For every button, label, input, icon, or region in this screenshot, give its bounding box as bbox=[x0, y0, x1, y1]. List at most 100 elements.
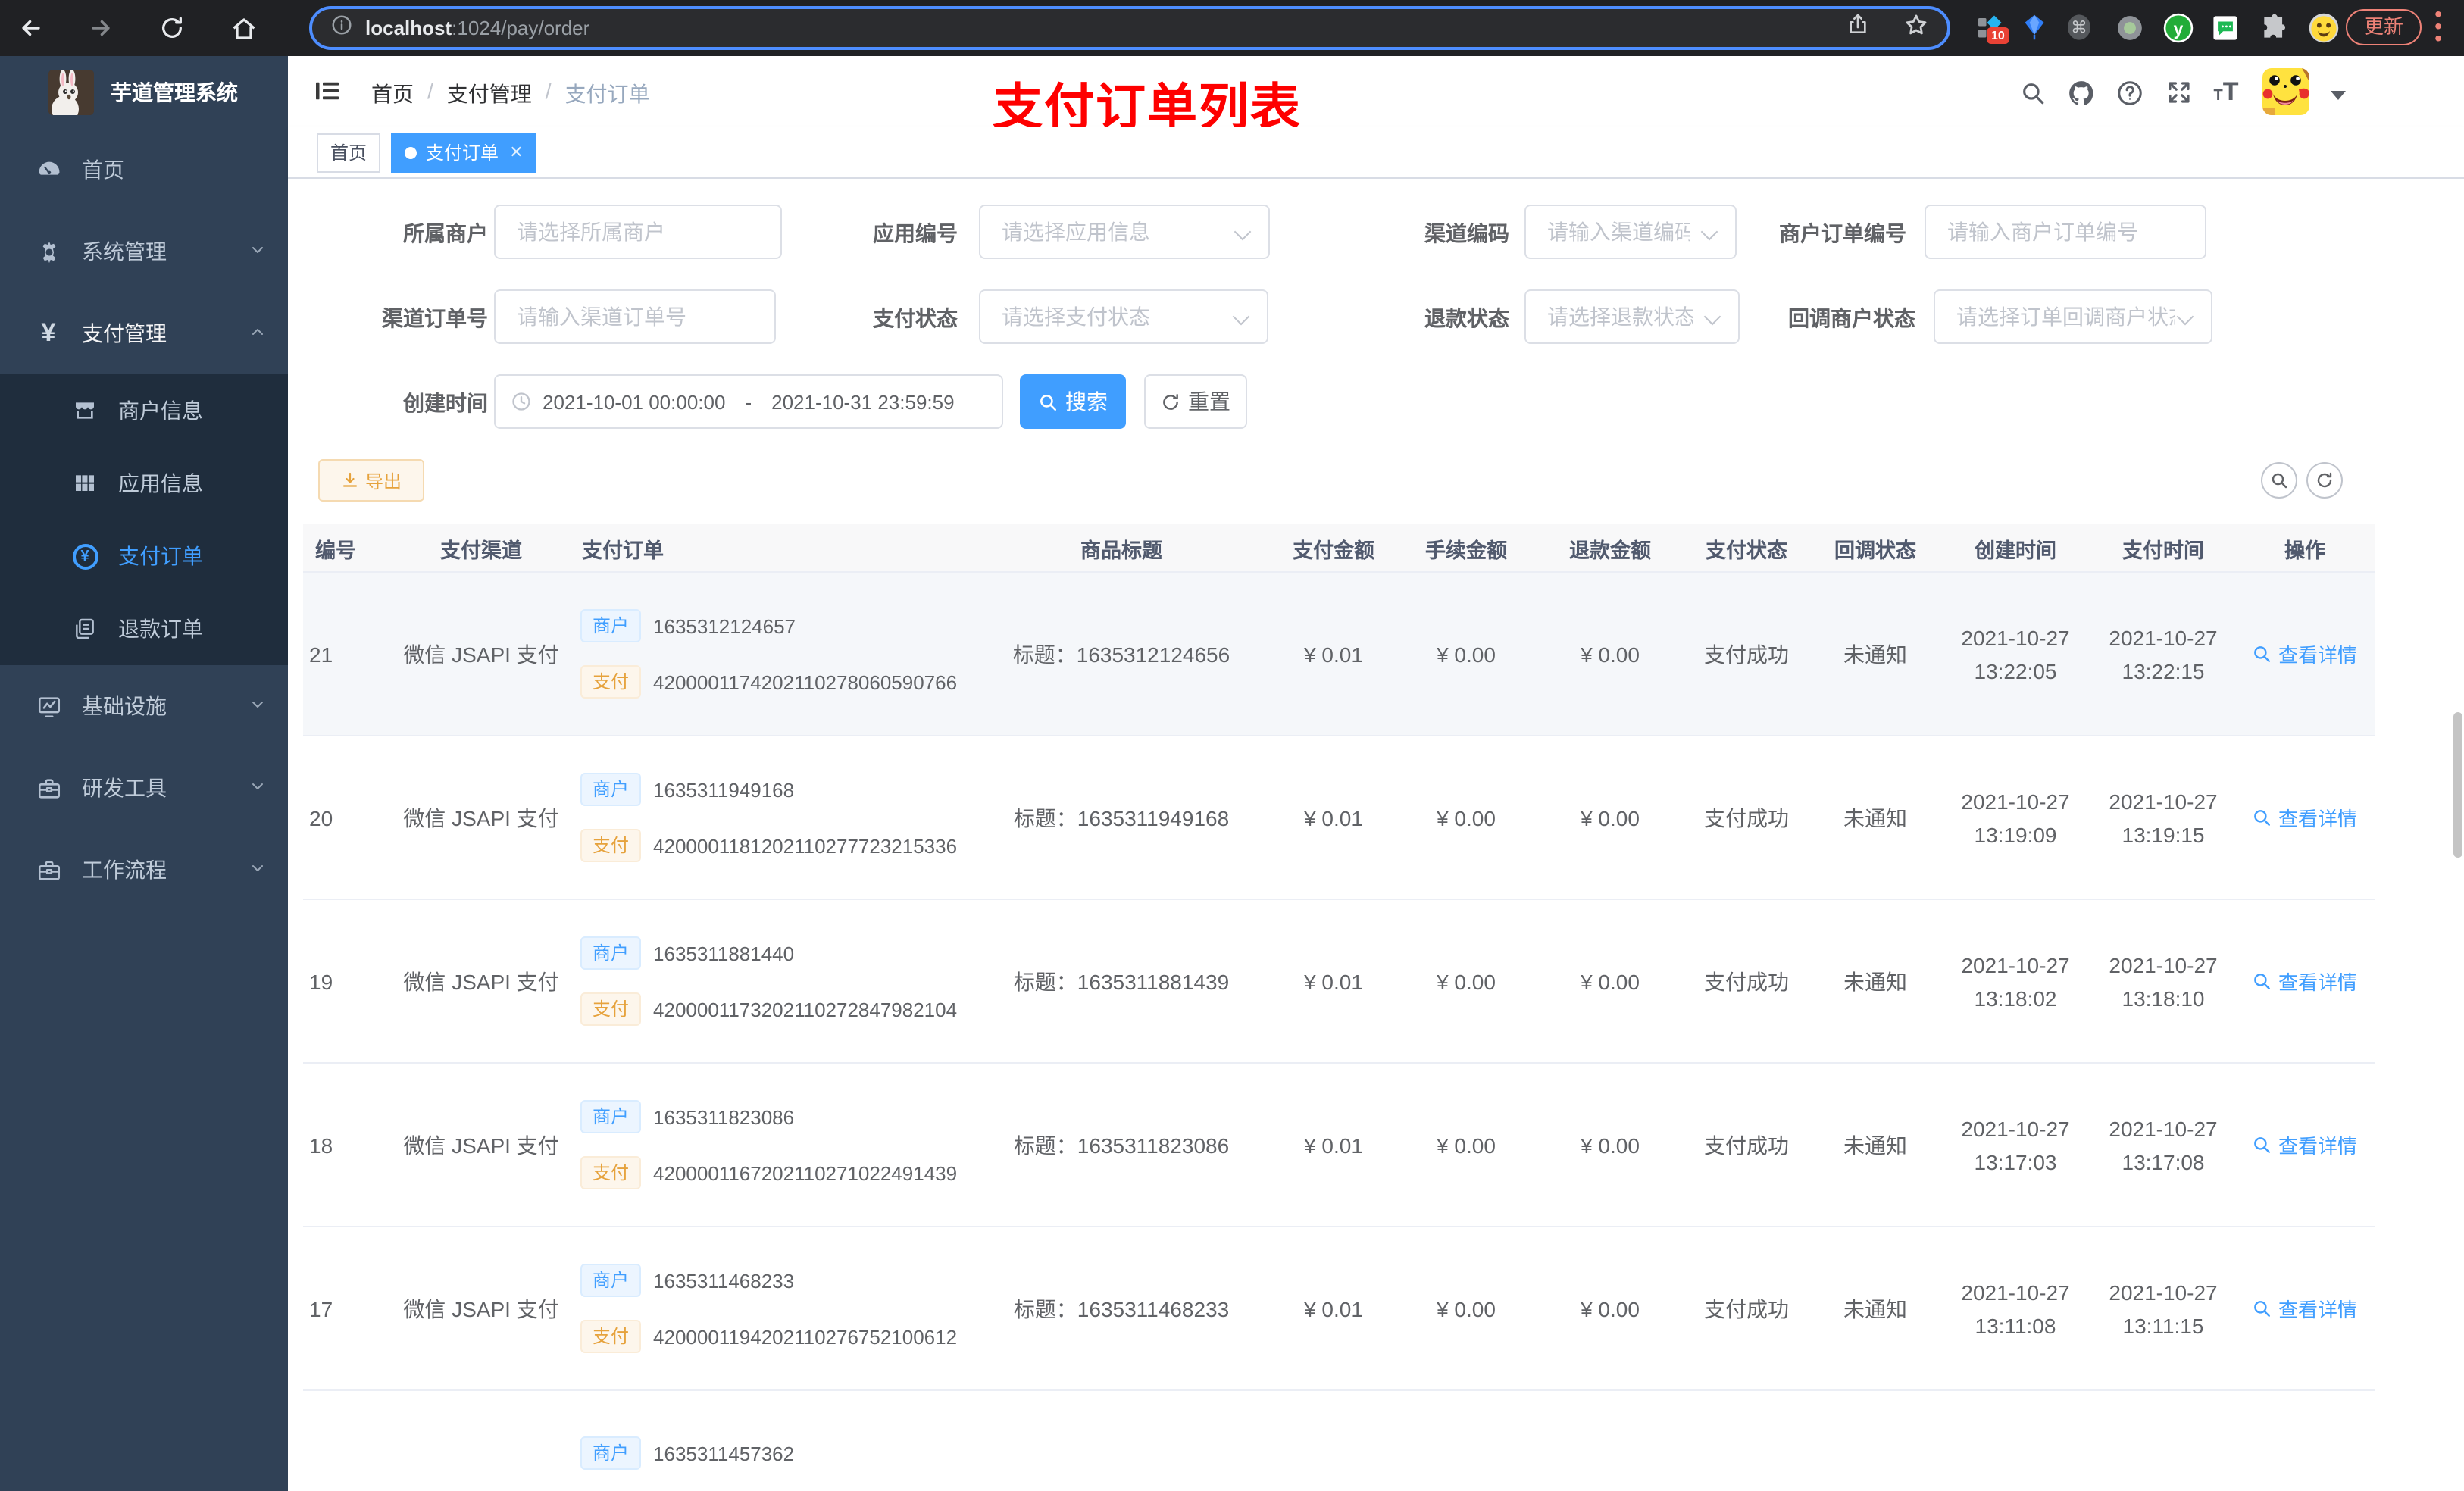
help-icon[interactable] bbox=[2112, 76, 2146, 109]
cell-refund: ¥ 0.00 bbox=[1581, 805, 1640, 830]
view-detail-link[interactable]: 查看详情 bbox=[2235, 803, 2375, 832]
gear-icon bbox=[30, 239, 67, 264]
font-size-icon[interactable]: TT bbox=[2209, 76, 2243, 109]
pay-no: 4200001173202110272847982104 bbox=[653, 998, 958, 1021]
table-row: 20 微信 JSAPI 支付 商户 1635311949168 支付 4200001… bbox=[303, 736, 2375, 900]
cell-created: 2021-10-27 13:19:09 bbox=[1961, 789, 2070, 846]
cell-paid: 2021-10-27 13:18:10 bbox=[2109, 952, 2218, 1010]
cell-notify: 未通知 bbox=[1843, 642, 1907, 666]
extension-y-icon[interactable]: y bbox=[2159, 9, 2196, 45]
extension-puzzle-icon[interactable] bbox=[2255, 9, 2291, 45]
col-created: 创建时间 bbox=[1975, 539, 2056, 561]
cell-created: 2021-10-27 13:18:02 bbox=[1961, 952, 2070, 1010]
breadcrumb-payment[interactable]: 支付管理 bbox=[447, 79, 532, 109]
sidebar-item-workflow[interactable]: 工作流程 bbox=[0, 829, 288, 911]
breadcrumb-home[interactable]: 首页 bbox=[371, 79, 414, 109]
extension-record-icon[interactable] bbox=[2111, 9, 2147, 45]
page-scrollbar[interactable] bbox=[2453, 712, 2462, 858]
bookmark-star-icon[interactable] bbox=[1903, 11, 1929, 45]
col-id: 编号 bbox=[315, 539, 356, 561]
sidebar-item-payment[interactable]: ¥ 支付管理 bbox=[0, 292, 288, 374]
sidebar-item-home[interactable]: 首页 bbox=[0, 129, 288, 211]
cell-fee: ¥ 0.00 bbox=[1437, 1133, 1496, 1157]
cell-fee: ¥ 0.00 bbox=[1437, 642, 1496, 666]
sidebar: 芋道管理系统 首页 系统管理 ¥ 支付管理 商户信息 应用信息 ¥ 支付订单 退… bbox=[0, 56, 288, 1491]
pay-order-table: 编号 支付渠道 支付订单 商品标题 支付金额 手续金额 退款金额 支付状态 回调… bbox=[303, 524, 2375, 1491]
search-icon[interactable] bbox=[2015, 76, 2049, 109]
yen-circle-icon: ¥ bbox=[67, 543, 103, 569]
merchant-order-no-input[interactable] bbox=[1925, 205, 2206, 259]
cell-refund: ¥ 0.00 bbox=[1581, 969, 1640, 993]
cell-notify: 未通知 bbox=[1843, 969, 1907, 993]
sidebar-item-app-info[interactable]: 应用信息 bbox=[0, 447, 288, 520]
filter-label-channel-code: 渠道编码 bbox=[1424, 221, 1509, 245]
date-start: 2021-10-01 00:00:00 bbox=[543, 390, 726, 413]
pay-no: 4200001167202110271022491439 bbox=[653, 1161, 958, 1184]
toggle-search-button[interactable] bbox=[2261, 462, 2297, 499]
view-detail-link[interactable]: 查看详情 bbox=[2235, 639, 2375, 668]
cell-amount: ¥ 0.01 bbox=[1304, 805, 1363, 830]
app-title: 芋道管理系统 bbox=[111, 80, 238, 105]
extension-chat-icon[interactable] bbox=[2206, 9, 2243, 45]
avatar-caret-icon[interactable] bbox=[2331, 91, 2346, 100]
site-info-icon[interactable] bbox=[330, 13, 353, 43]
sidebar-item-label: 应用信息 bbox=[118, 471, 203, 495]
browser-menu-icon[interactable]: • • • bbox=[2431, 3, 2446, 48]
pay-no: 4200001181202110277723215336 bbox=[653, 834, 958, 857]
fullscreen-icon[interactable] bbox=[2162, 76, 2196, 109]
col-amount: 支付金额 bbox=[1293, 539, 1374, 561]
close-icon[interactable]: ✕ bbox=[509, 134, 523, 170]
filter-label-refund-status: 退款状态 bbox=[1424, 306, 1509, 330]
sidebar-item-label: 退款订单 bbox=[118, 617, 203, 641]
extension-balloon-icon[interactable] bbox=[2015, 9, 2052, 45]
cell-channel: 微信 JSAPI 支付 bbox=[403, 1133, 559, 1157]
cell-id: 21 bbox=[309, 642, 333, 666]
browser-update-button[interactable]: 更新 bbox=[2346, 9, 2422, 45]
address-bar[interactable]: localhost:1024/pay/order bbox=[309, 6, 1950, 50]
back-icon[interactable] bbox=[15, 13, 45, 43]
date-range-input[interactable]: 2021-10-01 00:00:00 - 2021-10-31 23:59:5… bbox=[494, 374, 1003, 429]
export-button[interactable]: 导出 bbox=[318, 459, 424, 502]
cell-paid: 2021-10-27 13:22:15 bbox=[2109, 625, 2218, 683]
filter-label-merchant-order-no: 商户订单编号 bbox=[1779, 221, 1906, 245]
sidebar-item-infrastructure[interactable]: 基础设施 bbox=[0, 665, 288, 747]
sidebar-item-merchant-info[interactable]: 商户信息 bbox=[0, 374, 288, 447]
view-detail-link[interactable]: 查看详情 bbox=[2235, 1294, 2375, 1323]
refresh-button[interactable] bbox=[2306, 462, 2343, 499]
cell-status: 支付成功 bbox=[1704, 1296, 1789, 1321]
sidebar-item-system[interactable]: 系统管理 bbox=[0, 211, 288, 292]
home-icon[interactable] bbox=[229, 13, 259, 43]
cell-order: 商户 1635311457362 bbox=[576, 1391, 970, 1470]
pay-tag: 支付 bbox=[580, 992, 642, 1026]
search-button[interactable]: 搜索 bbox=[1020, 374, 1126, 429]
view-detail-link[interactable]: 查看详情 bbox=[2235, 1130, 2375, 1159]
app-logo bbox=[48, 70, 94, 115]
sidebar-item-label: 研发工具 bbox=[82, 776, 167, 800]
sidebar-item-pay-order[interactable]: ¥ 支付订单 bbox=[0, 520, 288, 592]
extension-emoji-icon[interactable] bbox=[2305, 9, 2341, 45]
pay-tag: 支付 bbox=[580, 1320, 642, 1353]
extension-tweaks-icon[interactable]: 10 bbox=[1972, 9, 2009, 45]
filter-label-merchant: 所属商户 bbox=[403, 221, 488, 245]
sidebar-item-refund-order[interactable]: 退款订单 bbox=[0, 592, 288, 665]
cell-paid: 2021-10-27 13:11:15 bbox=[2109, 1280, 2218, 1337]
extension-command-icon[interactable]: ⌘ bbox=[2061, 9, 2097, 45]
tag-home[interactable]: 首页 bbox=[317, 133, 381, 172]
cell-paid: 2021-10-27 13:19:15 bbox=[2109, 789, 2218, 846]
sidebar-item-dev-tools[interactable]: 研发工具 bbox=[0, 747, 288, 829]
notify-status-select[interactable]: 请选择订单回调商户状态 bbox=[1934, 289, 2212, 344]
logo-row[interactable]: 芋道管理系统 bbox=[0, 56, 288, 129]
tag-pay-order[interactable]: 支付订单 ✕ bbox=[391, 133, 537, 172]
reload-icon[interactable] bbox=[156, 13, 186, 43]
reset-button[interactable]: 重置 bbox=[1144, 374, 1247, 429]
view-detail-link[interactable]: 查看详情 bbox=[2235, 967, 2375, 996]
avatar[interactable] bbox=[2262, 68, 2309, 115]
url-text: localhost:1024/pay/order bbox=[365, 17, 590, 39]
merchant-no: 1635311949168 bbox=[653, 778, 795, 801]
share-icon[interactable] bbox=[1846, 12, 1870, 44]
monitor-icon bbox=[30, 693, 67, 719]
forward-icon[interactable] bbox=[85, 13, 115, 43]
collapse-sidebar-icon[interactable] bbox=[314, 77, 341, 112]
cell-title: 标题：1635312124656 bbox=[1012, 642, 1230, 666]
github-icon[interactable] bbox=[2064, 76, 2097, 109]
